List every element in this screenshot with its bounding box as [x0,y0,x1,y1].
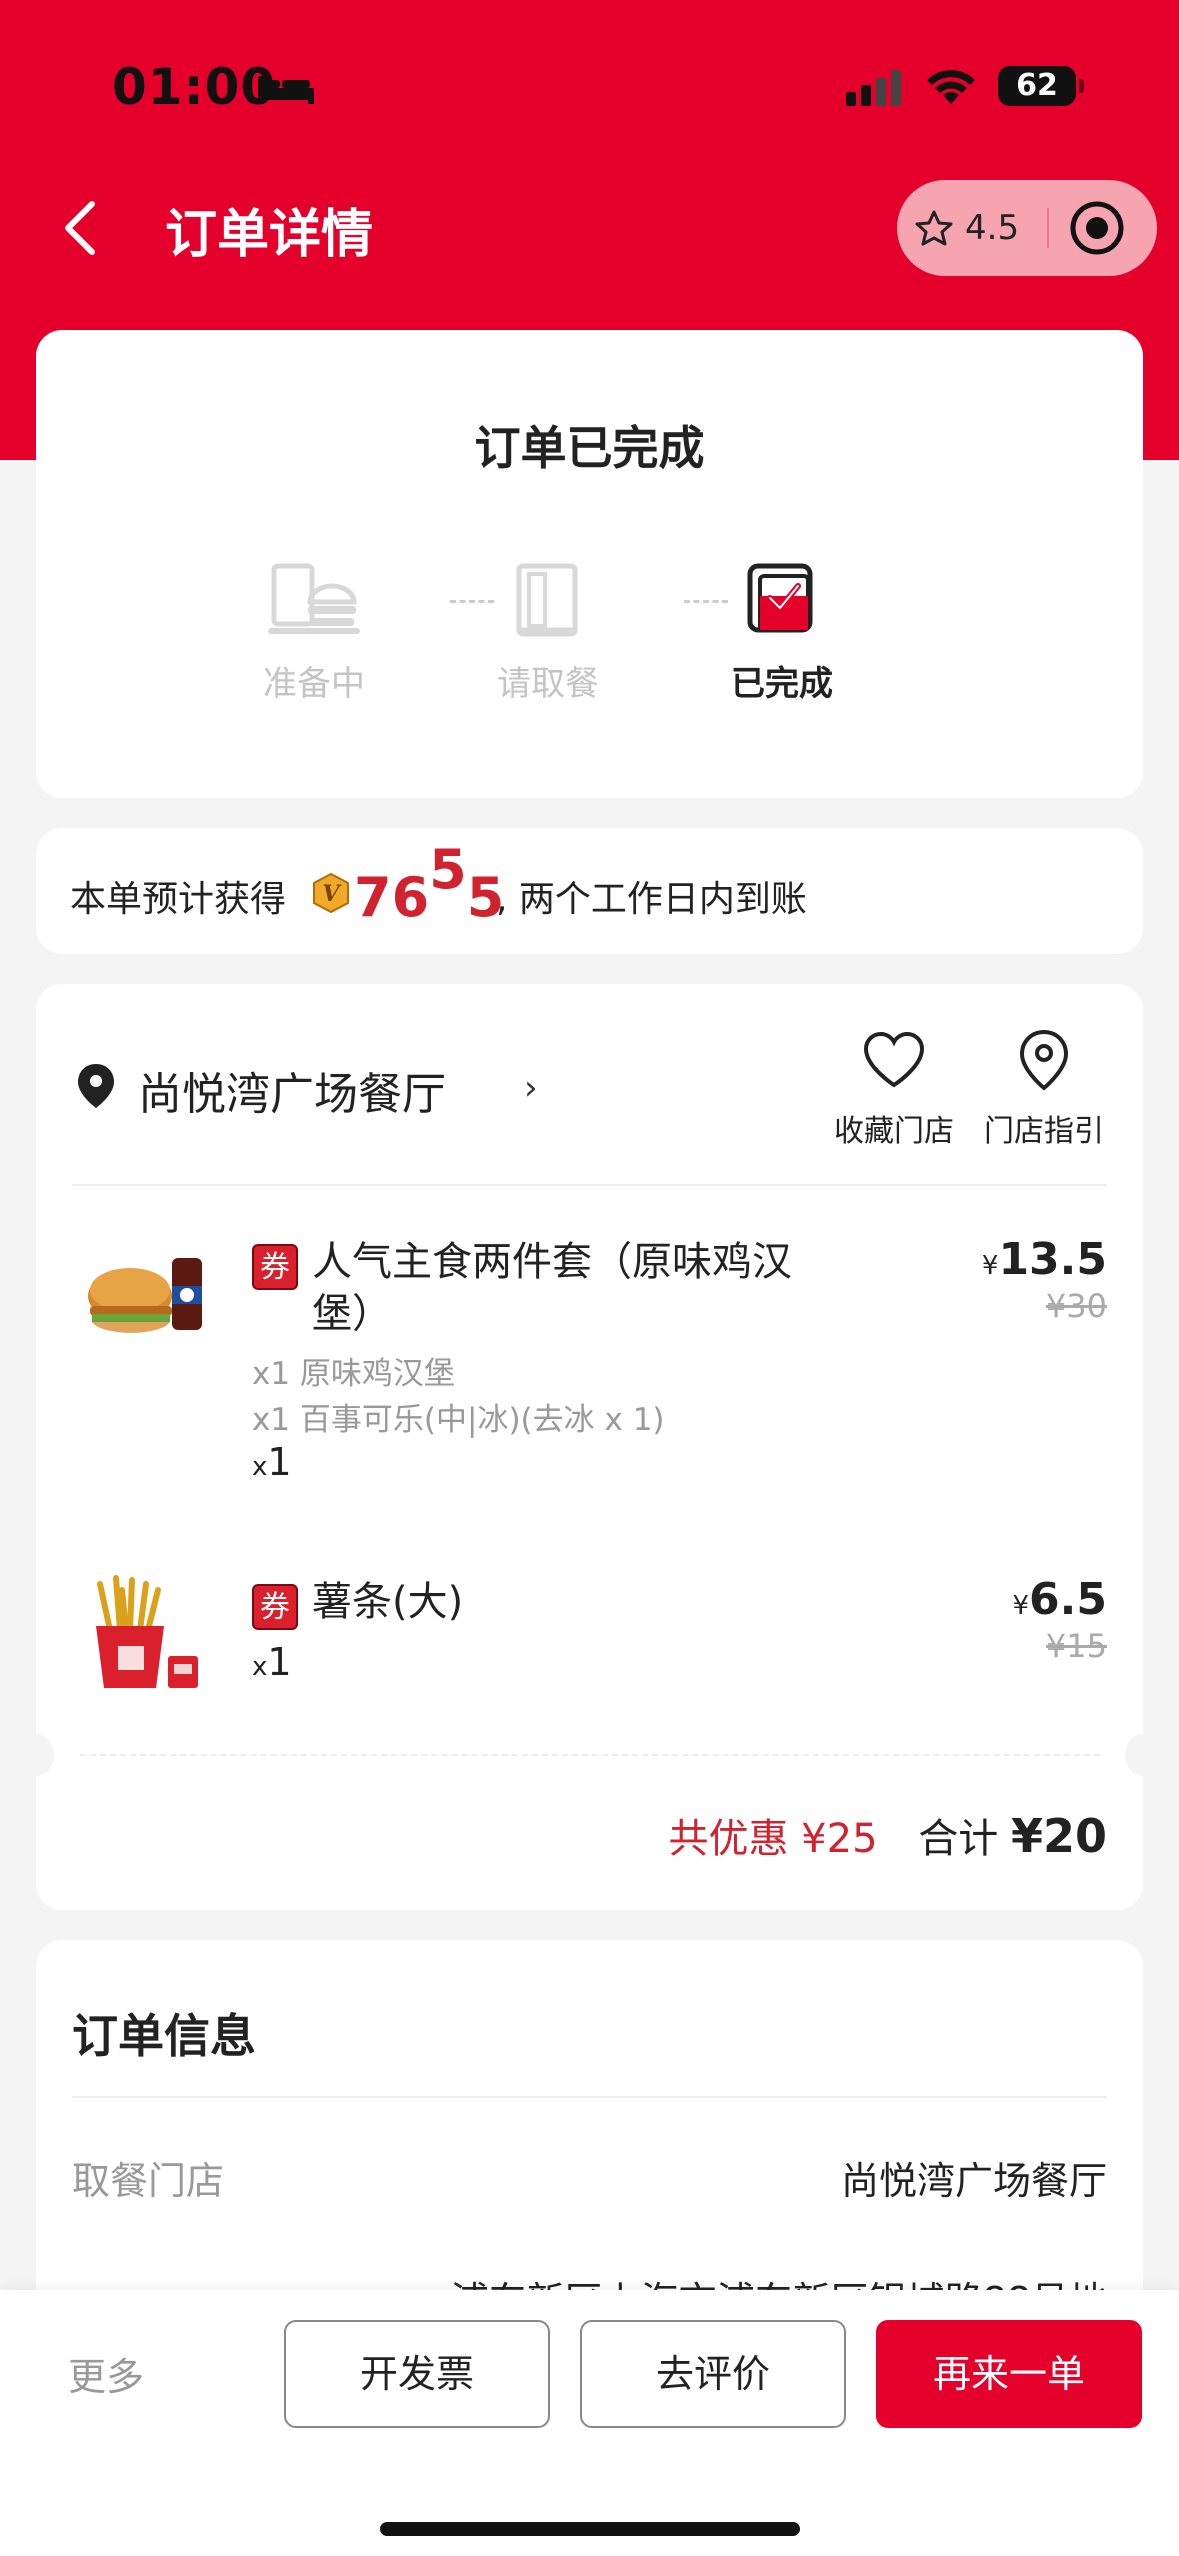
step-preparing: 准备中 [234,560,394,705]
item-current-price: 6.5 [1029,1574,1107,1625]
favorite-store-label: 收藏门店 [834,1114,954,1149]
page-title: 订单详情 [165,205,374,265]
rating-value: 4.5 [965,208,1020,248]
coupon-badge: 券 [252,1244,298,1290]
order-info-title: 订单信息 [72,2009,256,2063]
total-amount: ¥20 [1010,1809,1107,1863]
step-label: 准备中 [263,664,365,704]
location-pin-icon [78,1064,114,1108]
pickup-store-label: 取餐门店 [72,2159,225,2203]
wifi-icon [927,70,975,104]
back-arrow-icon[interactable] [56,198,106,258]
item-original-price: ¥30 [1045,1287,1107,1325]
currency-symbol: ¥ [1012,1591,1030,1621]
nav-bar: 订单详情 4.5 [0,180,1179,276]
item-price: ¥13.5 ¥30 [982,1234,1107,1325]
capsule-divider [1047,208,1049,248]
chevron-right-icon: › [524,1068,538,1108]
more-button[interactable]: 更多 [68,2346,144,2401]
map-pin-outline-icon [1019,1029,1069,1091]
quantity-value: 1 [267,1440,292,1484]
points-digit: 5 [429,838,467,901]
item-sub-line: x1 原味鸡汉堡 [252,1356,455,1392]
step-completed: 已完成 [702,560,862,705]
star-icon [915,210,953,246]
coupon-badge: 券 [252,1584,298,1630]
points-card: 本单预计获得 V 7655 , 两个工作日内到账 [36,828,1143,954]
item-original-price: ¥15 [1045,1627,1107,1665]
battery-indicator: 62 [998,66,1084,106]
points-suffix: , 两个工作日内到账 [496,879,807,920]
sleep-focus-icon [258,76,314,104]
item-name: 薯条(大) [312,1579,464,1625]
item-price: ¥6.5 ¥15 [1013,1574,1108,1665]
order-status-card: 订单已完成 准备中 请取餐 已完成 [36,330,1143,798]
item-current-price: 13.5 [998,1234,1107,1285]
points-digit: 6 [391,866,430,929]
item-name-line: 堡） [312,1291,392,1337]
v-gold-coin-icon: V [313,872,349,914]
quantity-x: x [252,1452,268,1482]
quantity-x: x [252,1652,268,1682]
pickup-store-value: 尚悦湾广场餐厅 [840,2159,1107,2203]
completed-check-icon [747,563,813,633]
item-quantity: x1 [252,1640,292,1684]
order-totals: 共优惠 ¥25 合计 ¥20 [668,1806,1107,1864]
favorite-store-button[interactable]: 收藏门店 [824,1024,964,1150]
divider [72,1184,1107,1186]
total-label: 合计 [918,1816,999,1862]
store-guide-button[interactable]: 门店指引 [974,1024,1114,1150]
order-items-card: 尚悦湾广场餐厅 › 收藏门店 门店指引 券 人气主食两件套（原味鸡汉 堡） ¥1… [18,984,1161,1910]
fries-image [96,1575,198,1688]
order-status-title: 订单已完成 [474,421,705,475]
kfc-bag-icon [516,563,578,637]
status-time: 01:00 [112,58,277,116]
cellular-signal-icon [846,70,901,106]
review-button[interactable]: 去评价 [580,2320,846,2428]
ticket-notch-right [1125,1734,1161,1776]
item-name-line: 人气主食两件套（原味鸡汉 [312,1239,792,1285]
quantity-value: 1 [267,1640,292,1684]
discount-total: 共优惠 ¥25 [668,1816,878,1862]
home-indicator[interactable] [380,2522,800,2536]
store-guide-label: 门店指引 [984,1114,1104,1149]
heart-icon [863,1031,925,1088]
dashed-divider [80,1754,1100,1756]
points-digit: 7 [354,866,392,929]
reorder-button[interactable]: 再来一单 [876,2320,1142,2428]
points-amount: 7655 [354,838,504,929]
store-name: 尚悦湾广场餐厅 [138,1069,446,1120]
bottom-action-bar: 更多 开发票 去评价 再来一单 [0,2290,1179,2556]
item-name: 人气主食两件套（原味鸡汉 堡） [312,1236,792,1340]
burger-tray-icon [268,563,360,634]
invoice-button[interactable]: 开发票 [284,2320,550,2428]
status-bar: 01:00 62 [0,58,1179,118]
ticket-notch-left [18,1734,54,1776]
divider [72,2096,1107,2098]
svg-text:V: V [322,881,341,907]
step-label: 请取餐 [497,664,599,704]
burger-combo-image [88,1258,202,1333]
item-quantity: x1 [252,1440,292,1484]
mini-program-capsule: 4.5 [897,180,1157,276]
currency-symbol: ¥ [981,1251,999,1281]
step-pickup: 请取餐 [468,560,628,705]
step-label: 已完成 [731,664,833,704]
rating-button[interactable]: 4.5 [915,204,1035,252]
points-prefix: 本单预计获得 [70,879,287,920]
item-sub-line: x1 百事可乐(中|冰)(去冰 x 1) [252,1402,665,1438]
close-target-icon[interactable] [1067,198,1127,258]
